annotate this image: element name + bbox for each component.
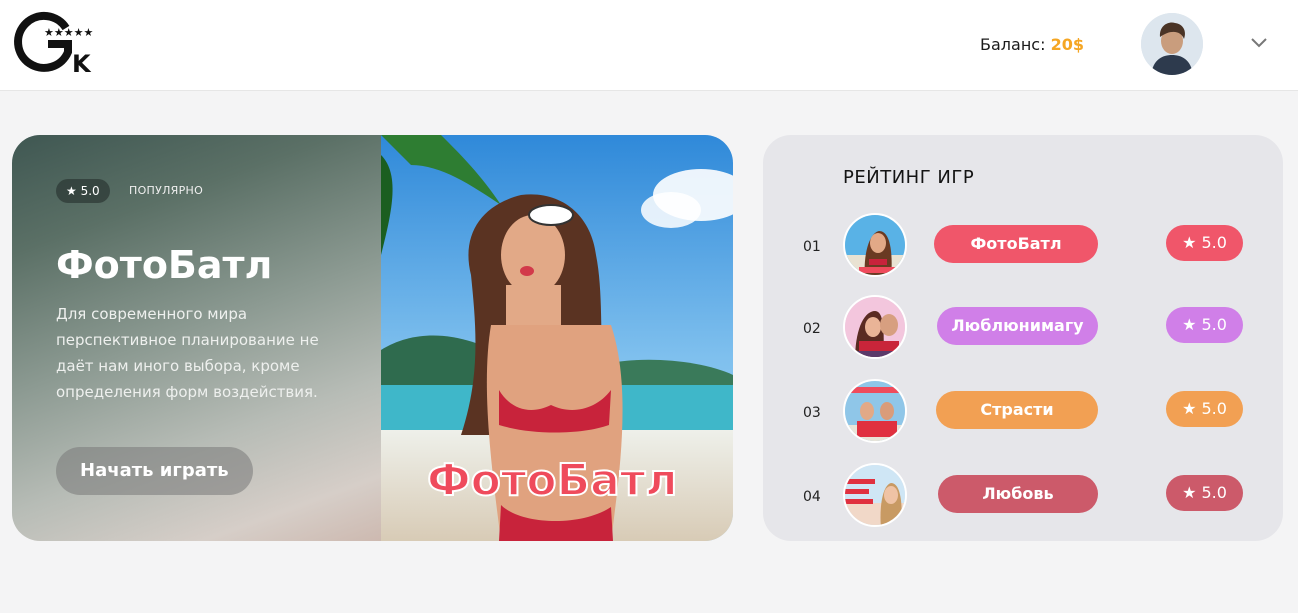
rating-row[interactable]: 01 ФотоБатл ★ 5.0 <box>763 211 1283 281</box>
rating-title: РЕЙТИНГ ИГР <box>843 167 975 188</box>
rating-row[interactable]: 04 Любовь ★ 5.0 <box>763 461 1283 531</box>
balance-amount: 20$ <box>1050 35 1084 54</box>
rating-badge: ★ 5.0 <box>56 179 110 203</box>
game-score-badge: ★ 5.0 <box>1166 225 1243 261</box>
popular-tag: ПОПУЛЯРНО <box>129 184 204 197</box>
game-thumbnail[interactable] <box>843 463 907 527</box>
top-header: ★★★★★ K Баланс: 20$ <box>0 0 1298 91</box>
user-avatar[interactable] <box>1141 13 1203 75</box>
game-name-button[interactable]: Страсти <box>936 391 1098 429</box>
featured-game-description: Для современного мира перспективное план… <box>56 305 319 401</box>
rating-row-number: 02 <box>803 321 821 337</box>
balance-label: Баланс: <box>980 35 1046 54</box>
game-score-badge: ★ 5.0 <box>1166 475 1243 511</box>
featured-game-info: ★ 5.0 ПОПУЛЯРНО ФотоБатл Для современног… <box>12 135 381 541</box>
game-logo-text: ФотоБатл <box>427 455 678 506</box>
rating-row[interactable]: 02 Люблюнимагу ★ 5.0 <box>763 293 1283 363</box>
game-name-button[interactable]: ФотоБатл <box>934 225 1098 263</box>
rating-row-number: 04 <box>803 489 821 505</box>
featured-game-title: ФотоБатл <box>56 243 273 287</box>
game-score-badge: ★ 5.0 <box>1166 391 1243 427</box>
game-name-button[interactable]: Люблюнимагу <box>937 307 1098 345</box>
site-logo[interactable]: ★★★★★ K <box>10 10 100 78</box>
featured-game-image[interactable]: ФотоБатл <box>381 135 733 541</box>
games-rating-panel: РЕЙТИНГ ИГР 01 ФотоБатл ★ 5.0 02 Люблюни… <box>763 135 1283 541</box>
featured-game-card: ★ 5.0 ПОПУЛЯРНО ФотоБатл Для современног… <box>12 135 733 541</box>
svg-text:★★★★★: ★★★★★ <box>44 26 93 39</box>
rating-row-number: 01 <box>803 239 821 255</box>
game-thumbnail[interactable] <box>843 295 907 359</box>
balance-display: Баланс: 20$ <box>980 35 1084 54</box>
game-score-badge: ★ 5.0 <box>1166 307 1243 343</box>
game-thumbnail[interactable] <box>843 379 907 443</box>
svg-text:K: K <box>72 50 92 74</box>
rating-row-number: 03 <box>803 405 821 421</box>
start-play-button[interactable]: Начать играть <box>56 447 253 495</box>
game-thumbnail[interactable] <box>843 213 907 277</box>
chevron-down-icon[interactable] <box>1249 32 1269 52</box>
rating-row[interactable]: 03 Страсти ★ 5.0 <box>763 377 1283 447</box>
game-name-button[interactable]: Любовь <box>938 475 1098 513</box>
